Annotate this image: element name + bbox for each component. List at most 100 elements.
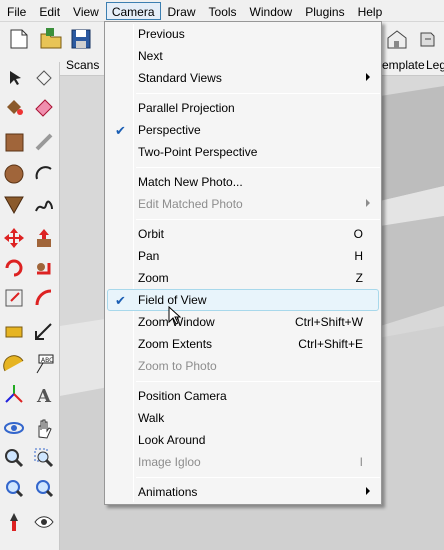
position-camera-icon[interactable] [0,508,28,536]
menu-item-image-igloo[interactable]: Image Igloo I [107,451,379,473]
select-arrow-icon[interactable] [0,64,28,92]
menu-item-next[interactable]: Next [107,45,379,67]
checkmark-icon: ✔ [115,123,126,138]
scale-icon[interactable] [0,284,28,312]
menu-item-zoom-window[interactable]: Zoom Window Ctrl+Shift+W [107,311,379,333]
menu-item-field-of-view[interactable]: ✔ Field of View [107,289,379,311]
menu-bar: File Edit View Camera Draw Tools Window … [0,0,444,22]
make-component-icon[interactable] [30,64,58,92]
freehand-icon[interactable] [30,190,58,218]
menu-item-label: Standard Views [138,71,222,85]
menu-item-label: Field of View [138,293,207,307]
save-icon[interactable] [66,24,96,54]
menu-edit[interactable]: Edit [33,2,66,20]
menu-separator [136,477,380,478]
rotate-icon[interactable] [0,254,28,282]
zoom-icon[interactable] [0,444,28,472]
menu-separator [136,167,380,168]
menu-item-label: Image Igloo [138,455,201,469]
menu-item-perspective[interactable]: ✔ Perspective [107,119,379,141]
menu-item-standard-views[interactable]: Standard Views [107,67,379,89]
push-pull-icon[interactable] [30,224,58,252]
components-icon[interactable] [412,24,442,54]
menu-item-label: Zoom to Photo [138,359,217,373]
submenu-arrow-icon [366,73,370,81]
menu-item-label: Zoom [138,271,169,285]
menu-item-two-point-perspective[interactable]: Two-Point Perspective [107,141,379,163]
menu-item-parallel-projection[interactable]: Parallel Projection [107,97,379,119]
axes-icon[interactable] [0,380,28,408]
menu-camera[interactable]: Camera [105,1,161,20]
new-file-icon[interactable] [4,24,34,54]
submenu-arrow-icon [366,487,370,495]
circle-icon[interactable] [0,160,28,188]
text-label-icon[interactable]: ABC [30,350,58,378]
template-label[interactable]: emplate [382,58,425,72]
menu-item-look-around[interactable]: Look Around [107,429,379,451]
menu-item-edit-matched-photo[interactable]: Edit Matched Photo [107,193,379,215]
menu-plugins[interactable]: Plugins [299,2,350,20]
previous-view-icon[interactable] [30,474,58,502]
menu-item-orbit[interactable]: Orbit O [107,223,379,245]
menu-item-match-new-photo[interactable]: Match New Photo... [107,171,379,193]
menu-item-label: Two-Point Perspective [138,145,258,159]
legend-label[interactable]: Leg [426,58,444,72]
scans-label[interactable]: Scans [66,58,99,72]
paint-bucket-icon[interactable] [0,92,28,120]
menu-item-zoom[interactable]: Zoom Z [107,267,379,289]
svg-text:A: A [36,386,52,405]
3d-text-icon[interactable]: A [30,380,58,408]
dimension-icon[interactable] [30,318,58,346]
offset-icon[interactable] [30,284,58,312]
menu-tools[interactable]: Tools [203,2,243,20]
eraser-icon[interactable] [30,92,58,120]
menu-window[interactable]: Window [244,2,299,20]
shortcut-label: H [354,249,363,263]
menu-draw[interactable]: Draw [162,2,202,20]
house-icon[interactable] [382,24,412,54]
shortcut-label: O [353,227,363,241]
menu-item-label: Next [138,49,163,63]
menu-item-label: Pan [138,249,160,263]
rectangle-icon[interactable] [0,128,28,156]
shortcut-label: Ctrl+Shift+E [298,337,363,351]
shortcut-label: Ctrl+Shift+W [294,315,363,329]
menu-item-walk[interactable]: Walk [107,407,379,429]
submenu-arrow-icon [366,199,370,207]
menu-separator [136,93,380,94]
follow-me-icon[interactable] [30,254,58,282]
mouse-pointer-icon [168,306,182,325]
move-icon[interactable] [0,224,28,252]
protractor-icon[interactable] [0,350,28,378]
menu-item-label: Walk [138,411,165,425]
menu-item-label: Zoom Extents [138,337,213,351]
tape-measure-icon[interactable] [0,318,28,346]
menu-help[interactable]: Help [352,2,389,20]
zoom-extents-icon[interactable] [0,474,28,502]
menu-item-label: Look Around [138,433,206,447]
menu-item-label: Edit Matched Photo [138,197,243,211]
arc-icon[interactable] [30,160,58,188]
zoom-window-icon[interactable] [30,444,58,472]
open-file-icon[interactable] [36,24,66,54]
menu-item-animations[interactable]: Animations [107,481,379,503]
menu-item-label: Perspective [138,123,201,137]
line-pencil-icon[interactable] [30,128,58,156]
menu-item-position-camera[interactable]: Position Camera [107,385,379,407]
menu-item-zoom-extents[interactable]: Zoom Extents Ctrl+Shift+E [107,333,379,355]
menu-item-previous[interactable]: Previous [107,23,379,45]
orbit-icon[interactable] [0,414,28,442]
pan-hand-icon[interactable] [30,414,58,442]
menu-file[interactable]: File [1,2,32,20]
menu-separator [136,219,380,220]
tool-palette: ABC A [0,62,60,550]
polygon-icon[interactable] [0,190,28,218]
look-around-eye-icon[interactable] [30,508,58,536]
menu-item-pan[interactable]: Pan H [107,245,379,267]
shortcut-label: Z [355,271,363,285]
menu-item-label: Parallel Projection [138,101,235,115]
shortcut-label: I [359,455,363,469]
menu-view[interactable]: View [67,2,105,20]
menu-item-label: Position Camera [138,389,227,403]
menu-item-zoom-to-photo[interactable]: Zoom to Photo [107,355,379,377]
